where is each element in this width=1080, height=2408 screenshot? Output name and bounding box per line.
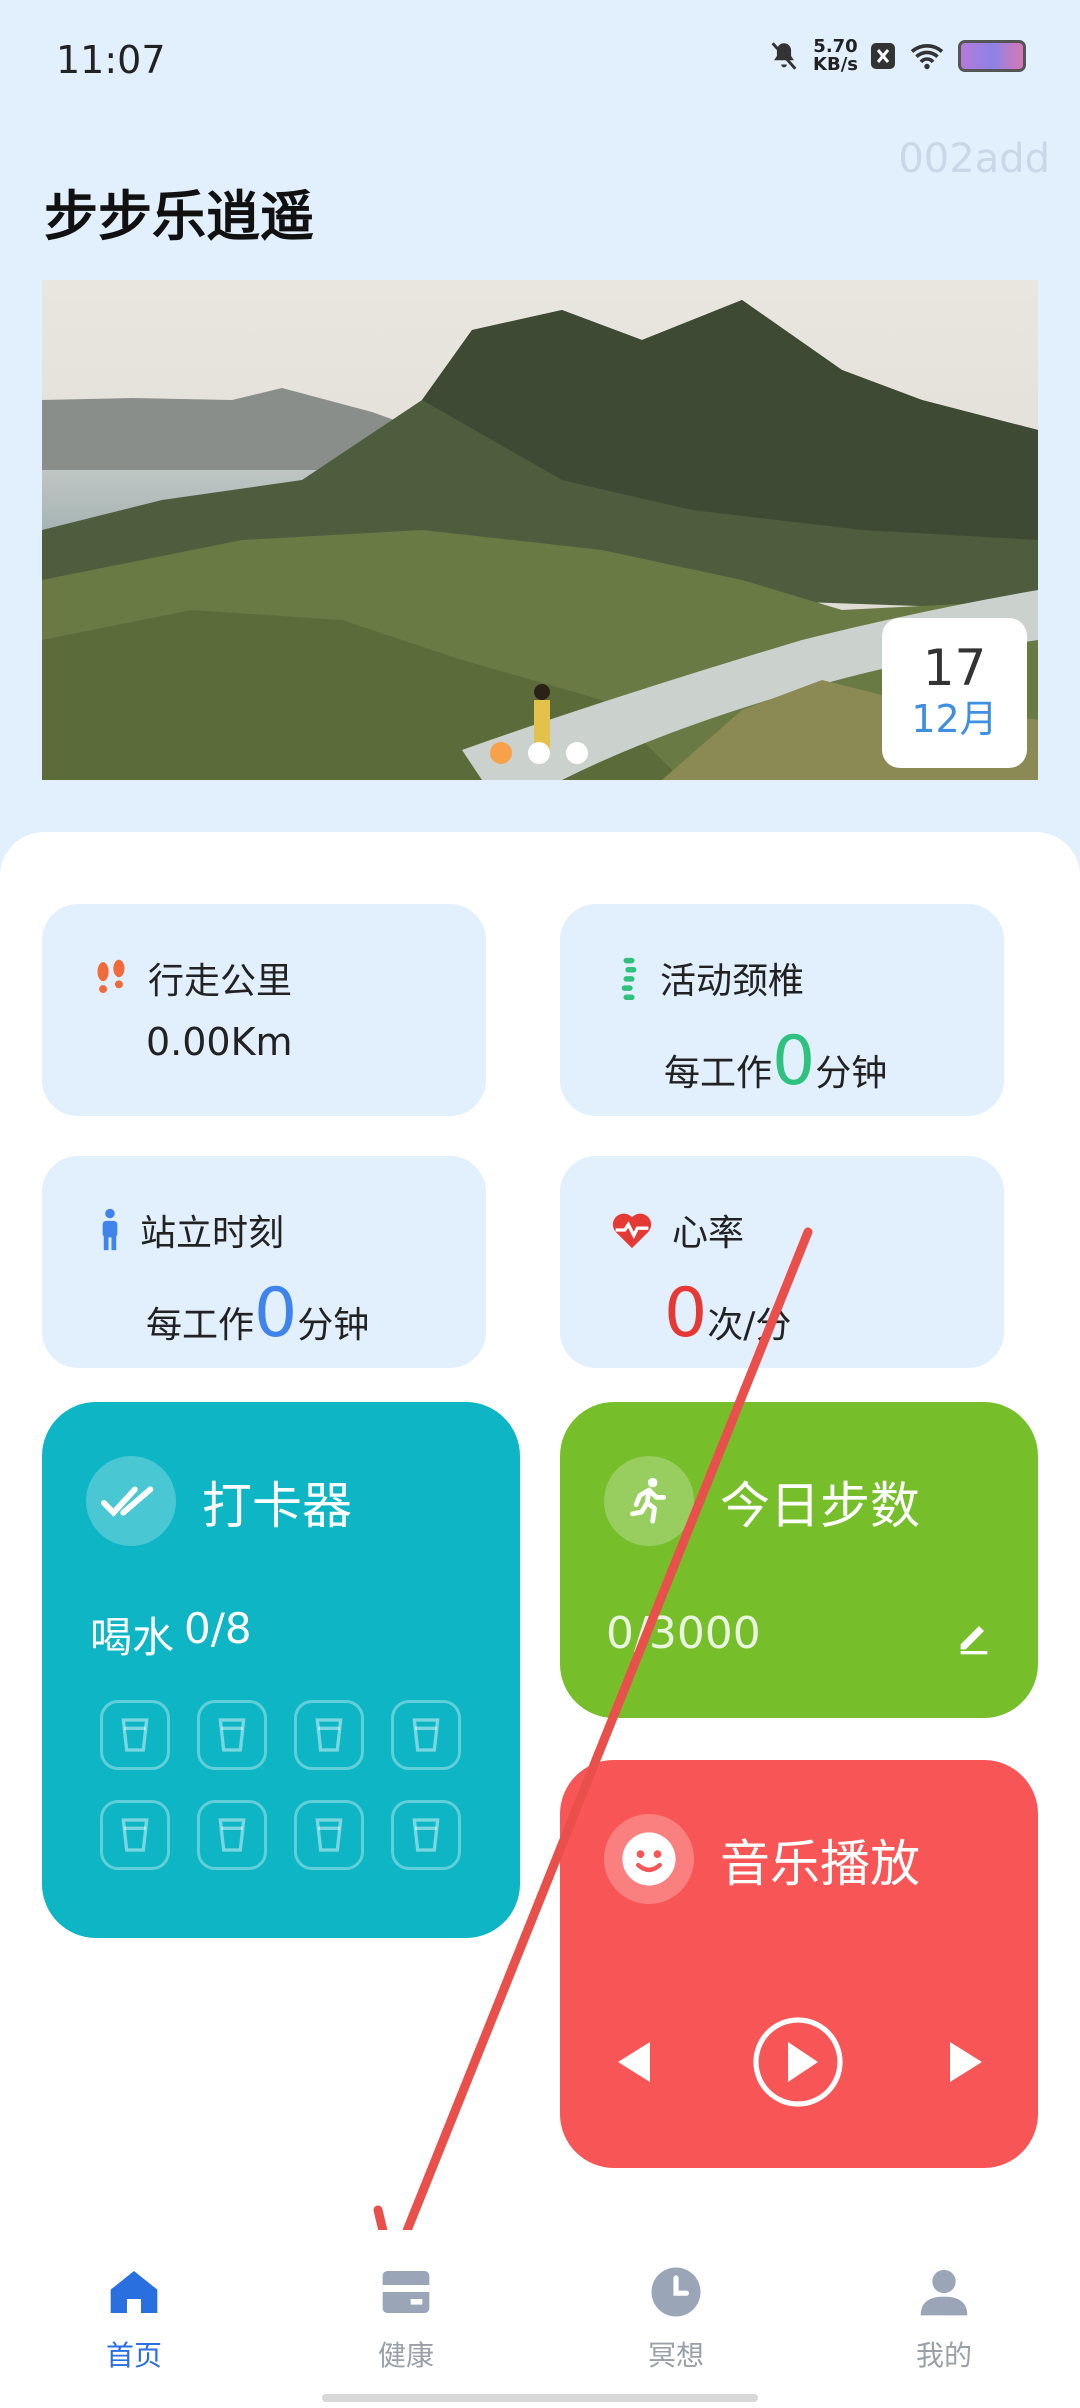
bottom-nav: 首页 健康 冥想 我的 (0, 2230, 1080, 2408)
nav-label-health: 健康 (377, 2339, 434, 2372)
annotation-arrow (367, 1227, 813, 2295)
wallet-icon (382, 2271, 430, 2313)
nav-label-home: 首页 (105, 2339, 162, 2372)
nav-item-health[interactable]: 健康 (306, 2264, 506, 2374)
person-icon (920, 2269, 968, 2316)
nav-label-profile: 我的 (915, 2339, 972, 2372)
nav-item-profile[interactable]: 我的 (844, 2264, 1044, 2374)
nav-item-home[interactable]: 首页 (34, 2264, 234, 2374)
gesture-home-bar[interactable] (322, 2394, 758, 2402)
clock-icon (651, 2267, 701, 2317)
home-icon (110, 2271, 158, 2313)
nav-label-meditation: 冥想 (647, 2339, 704, 2372)
nav-item-meditation[interactable]: 冥想 (576, 2264, 776, 2374)
